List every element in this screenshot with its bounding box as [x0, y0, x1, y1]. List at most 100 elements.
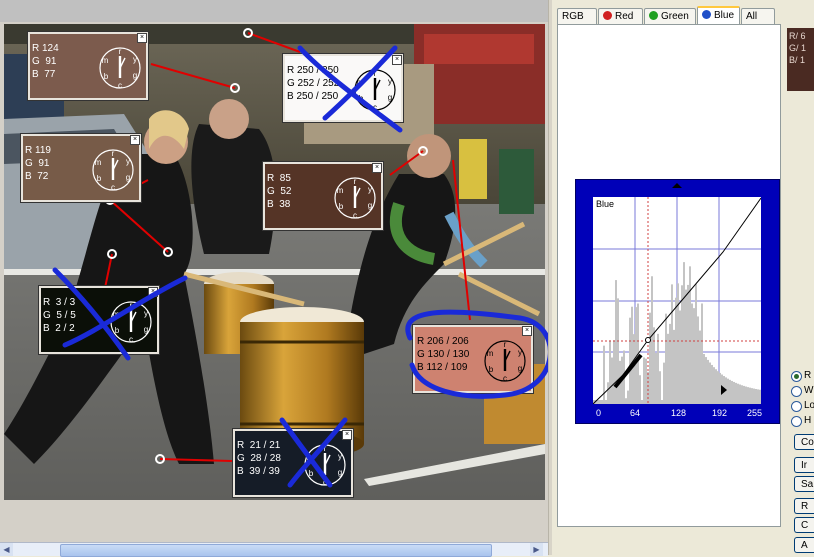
image-toolbar-strip: [0, 0, 548, 22]
dial-letter: y: [388, 77, 392, 86]
dial-letter: y: [518, 348, 522, 357]
histogram-bar: [739, 384, 741, 404]
tab-green[interactable]: Green: [644, 8, 696, 24]
sample-value-line: B 39 / 39: [237, 466, 280, 477]
dial-letter: r: [119, 47, 122, 56]
dial-letter: r: [112, 149, 115, 158]
hue-dial-icon: r yg cbm: [484, 340, 526, 383]
close-icon[interactable]: ×: [522, 326, 532, 336]
color-sampler[interactable]: R 119 G 91 B 72 r y g c b m ×: [20, 133, 142, 203]
side-button[interactable]: Sa: [794, 476, 814, 492]
histogram-bar: [733, 381, 735, 404]
sample-value-line: R 250 / 250: [287, 65, 339, 76]
close-icon[interactable]: ×: [130, 135, 140, 145]
dial-letter: c: [118, 81, 122, 90]
histogram-bar: [611, 357, 613, 404]
x-tick-label: 128: [671, 408, 687, 418]
histogram-bar: [645, 358, 647, 404]
mode-radio[interactable]: [791, 416, 802, 427]
channel-dot-icon: [603, 11, 612, 20]
histogram-bar: [677, 283, 679, 404]
side-button[interactable]: Co: [794, 434, 814, 450]
sample-value-line: G 52: [267, 186, 292, 197]
histogram-bar: [653, 327, 655, 404]
histogram-bar: [701, 303, 703, 404]
color-sampler[interactable]: R 206 / 206 G 130 / 130 B 112 / 109 r y g c b m ×: [412, 324, 534, 394]
side-button[interactable]: C: [794, 517, 814, 533]
tab-red[interactable]: Red: [598, 8, 643, 24]
x-tick-label: 192: [712, 408, 728, 418]
histogram-bar: [727, 378, 729, 404]
histogram-bar: [731, 380, 733, 404]
scroll-left-icon[interactable]: ◀: [0, 543, 13, 556]
curves-editor[interactable]: Blue 0 64 128 192 255: [575, 179, 780, 424]
side-button[interactable]: R: [794, 498, 814, 514]
color-sampler[interactable]: R 85 G 52 B 38 r y g c b m ×: [262, 161, 384, 231]
tab-rgb[interactable]: RGB: [557, 8, 597, 24]
color-sampler[interactable]: R 3 / 3 G 5 / 5 B 2 / 2 r y g c b m ×: [38, 285, 160, 355]
histogram-bar: [749, 387, 751, 404]
histogram-bar: [713, 367, 715, 404]
tab-blue[interactable]: Blue: [697, 6, 740, 25]
color-sampler[interactable]: R 124 G 91 B 77 r y g c b m ×: [27, 31, 149, 101]
dial-letter: c: [503, 374, 507, 383]
histogram-bar: [625, 398, 627, 404]
dial-letter: g: [368, 201, 372, 210]
close-icon[interactable]: ×: [148, 287, 158, 297]
histogram-bar: [651, 276, 653, 404]
dial-letter: m: [102, 56, 109, 65]
tab-label: Red: [615, 11, 634, 22]
scroll-right-icon[interactable]: ▶: [530, 543, 543, 556]
sample-values: R 85 G 52 B 38: [267, 172, 291, 211]
histogram-bar: [659, 371, 661, 404]
dial-letter: c: [353, 211, 357, 220]
histogram-bar: [707, 359, 709, 404]
mode-radio[interactable]: [791, 386, 802, 397]
close-icon[interactable]: ×: [392, 55, 402, 65]
mode-radio-label: H: [804, 415, 812, 426]
curve-graph[interactable]: Blue: [593, 197, 761, 404]
tab-all[interactable]: All: [741, 8, 775, 24]
histogram-bar: [601, 400, 603, 404]
close-icon[interactable]: ×: [372, 163, 382, 173]
histogram-bar: [743, 385, 745, 404]
side-button[interactable]: Ir: [794, 457, 814, 473]
top-slider-icon[interactable]: [672, 183, 682, 188]
sample-value-line: B 38: [267, 199, 291, 210]
mode-radio[interactable]: [791, 371, 802, 382]
dial-letter: c: [129, 335, 133, 344]
histogram-bar: [643, 357, 645, 404]
histogram-bar: [631, 306, 633, 404]
scrollbar-thumb[interactable]: [60, 544, 492, 557]
color-sampler[interactable]: R 21 / 21 G 28 / 28 B 39 / 39 r y g c b m ×: [232, 428, 354, 498]
tab-label: Green: [661, 11, 689, 22]
histogram-bar: [609, 340, 611, 404]
mode-radio[interactable]: [791, 401, 802, 412]
dial-letter: r: [354, 177, 357, 186]
histogram-bar: [729, 379, 731, 404]
dial-letter: g: [388, 93, 392, 102]
histogram-bar: [671, 284, 673, 404]
sample-value-line: B 77: [32, 69, 56, 80]
dial-letter: r: [504, 340, 507, 349]
sample-value-line: G 28 / 28: [237, 453, 281, 464]
histogram-bar: [603, 345, 605, 404]
dial-letter: m: [357, 78, 364, 87]
histogram-bar: [613, 340, 615, 404]
histogram-bar: [667, 333, 669, 404]
curves-tab-panel: Blue 0 64 128 192 255: [557, 24, 781, 527]
dial-letter: c: [373, 103, 377, 112]
horizontal-scrollbar[interactable]: ◀ ▶: [0, 542, 548, 557]
close-icon[interactable]: ×: [137, 33, 147, 43]
sample-value-line: R 3 / 3: [43, 297, 76, 308]
tab-label: All: [746, 11, 758, 22]
preview-line: R/ 6: [789, 31, 806, 41]
close-icon[interactable]: ×: [342, 430, 352, 440]
color-sampler[interactable]: R 250 / 250 G 252 / 252 B 250 / 250 r y g c b m ×: [282, 53, 404, 123]
sample-value-line: G 252 / 252: [287, 78, 340, 89]
histogram-bar: [633, 334, 635, 404]
color-preview: R/ 6 G/ 1 B/ 1: [787, 28, 814, 91]
histogram-bar: [753, 388, 755, 404]
histogram-bar: [639, 375, 641, 404]
side-button[interactable]: A: [794, 537, 814, 553]
